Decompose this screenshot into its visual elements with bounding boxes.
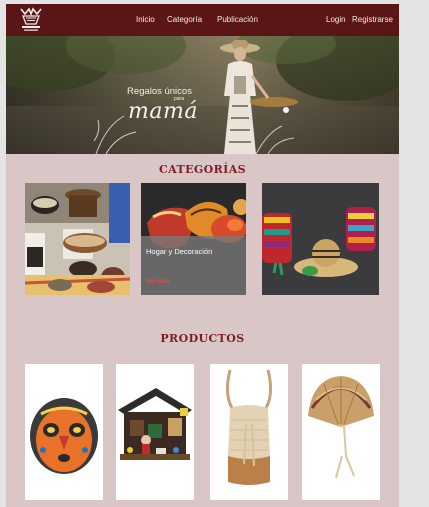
brand-logo[interactable] xyxy=(18,6,44,34)
hero-image xyxy=(6,36,399,154)
brand-logo-icon xyxy=(20,7,42,31)
bags-hats-image xyxy=(262,183,379,295)
woven-fan-icon xyxy=(308,376,374,479)
carnival-mask-icon xyxy=(30,398,98,474)
category-overlay: Hogar y Decoración Ver más xyxy=(141,236,246,295)
product-card[interactable] xyxy=(210,364,288,500)
category-card-ceramics[interactable] xyxy=(25,183,130,295)
page-scrollbar[interactable] xyxy=(400,4,410,507)
hero-banner[interactable]: Regalos únicos para mamá xyxy=(6,36,399,154)
navbar: Inicio Categoría Publicación Login Regis… xyxy=(6,4,399,36)
product-card[interactable] xyxy=(116,364,194,500)
ceramics-image xyxy=(25,183,130,295)
category-card-home-decor[interactable]: Hogar y Decoración Ver más xyxy=(141,183,246,295)
nav-home-link[interactable]: Inicio xyxy=(136,15,155,24)
category-card-bags-hats[interactable] xyxy=(262,183,379,295)
category-see-more-link[interactable]: Ver más xyxy=(146,278,170,285)
chiva-scene-icon xyxy=(118,388,192,460)
categories-title: CATEGORÍAS xyxy=(159,163,246,176)
page: Inicio Categoría Publicación Login Regis… xyxy=(6,4,399,507)
hero-title: mamá xyxy=(128,99,198,124)
woven-bag-icon xyxy=(225,369,273,485)
nav-category-link[interactable]: Categoría xyxy=(167,15,202,24)
category-name: Hogar y Decoración xyxy=(146,247,213,256)
nav-login-link[interactable]: Login xyxy=(326,15,346,24)
product-card[interactable] xyxy=(302,364,380,500)
nav-register-link[interactable]: Registrarse xyxy=(352,15,393,24)
nav-publication-link[interactable]: Publicación xyxy=(217,15,258,24)
products-title: PRODUCTOS xyxy=(160,332,245,345)
product-card[interactable] xyxy=(25,364,103,500)
